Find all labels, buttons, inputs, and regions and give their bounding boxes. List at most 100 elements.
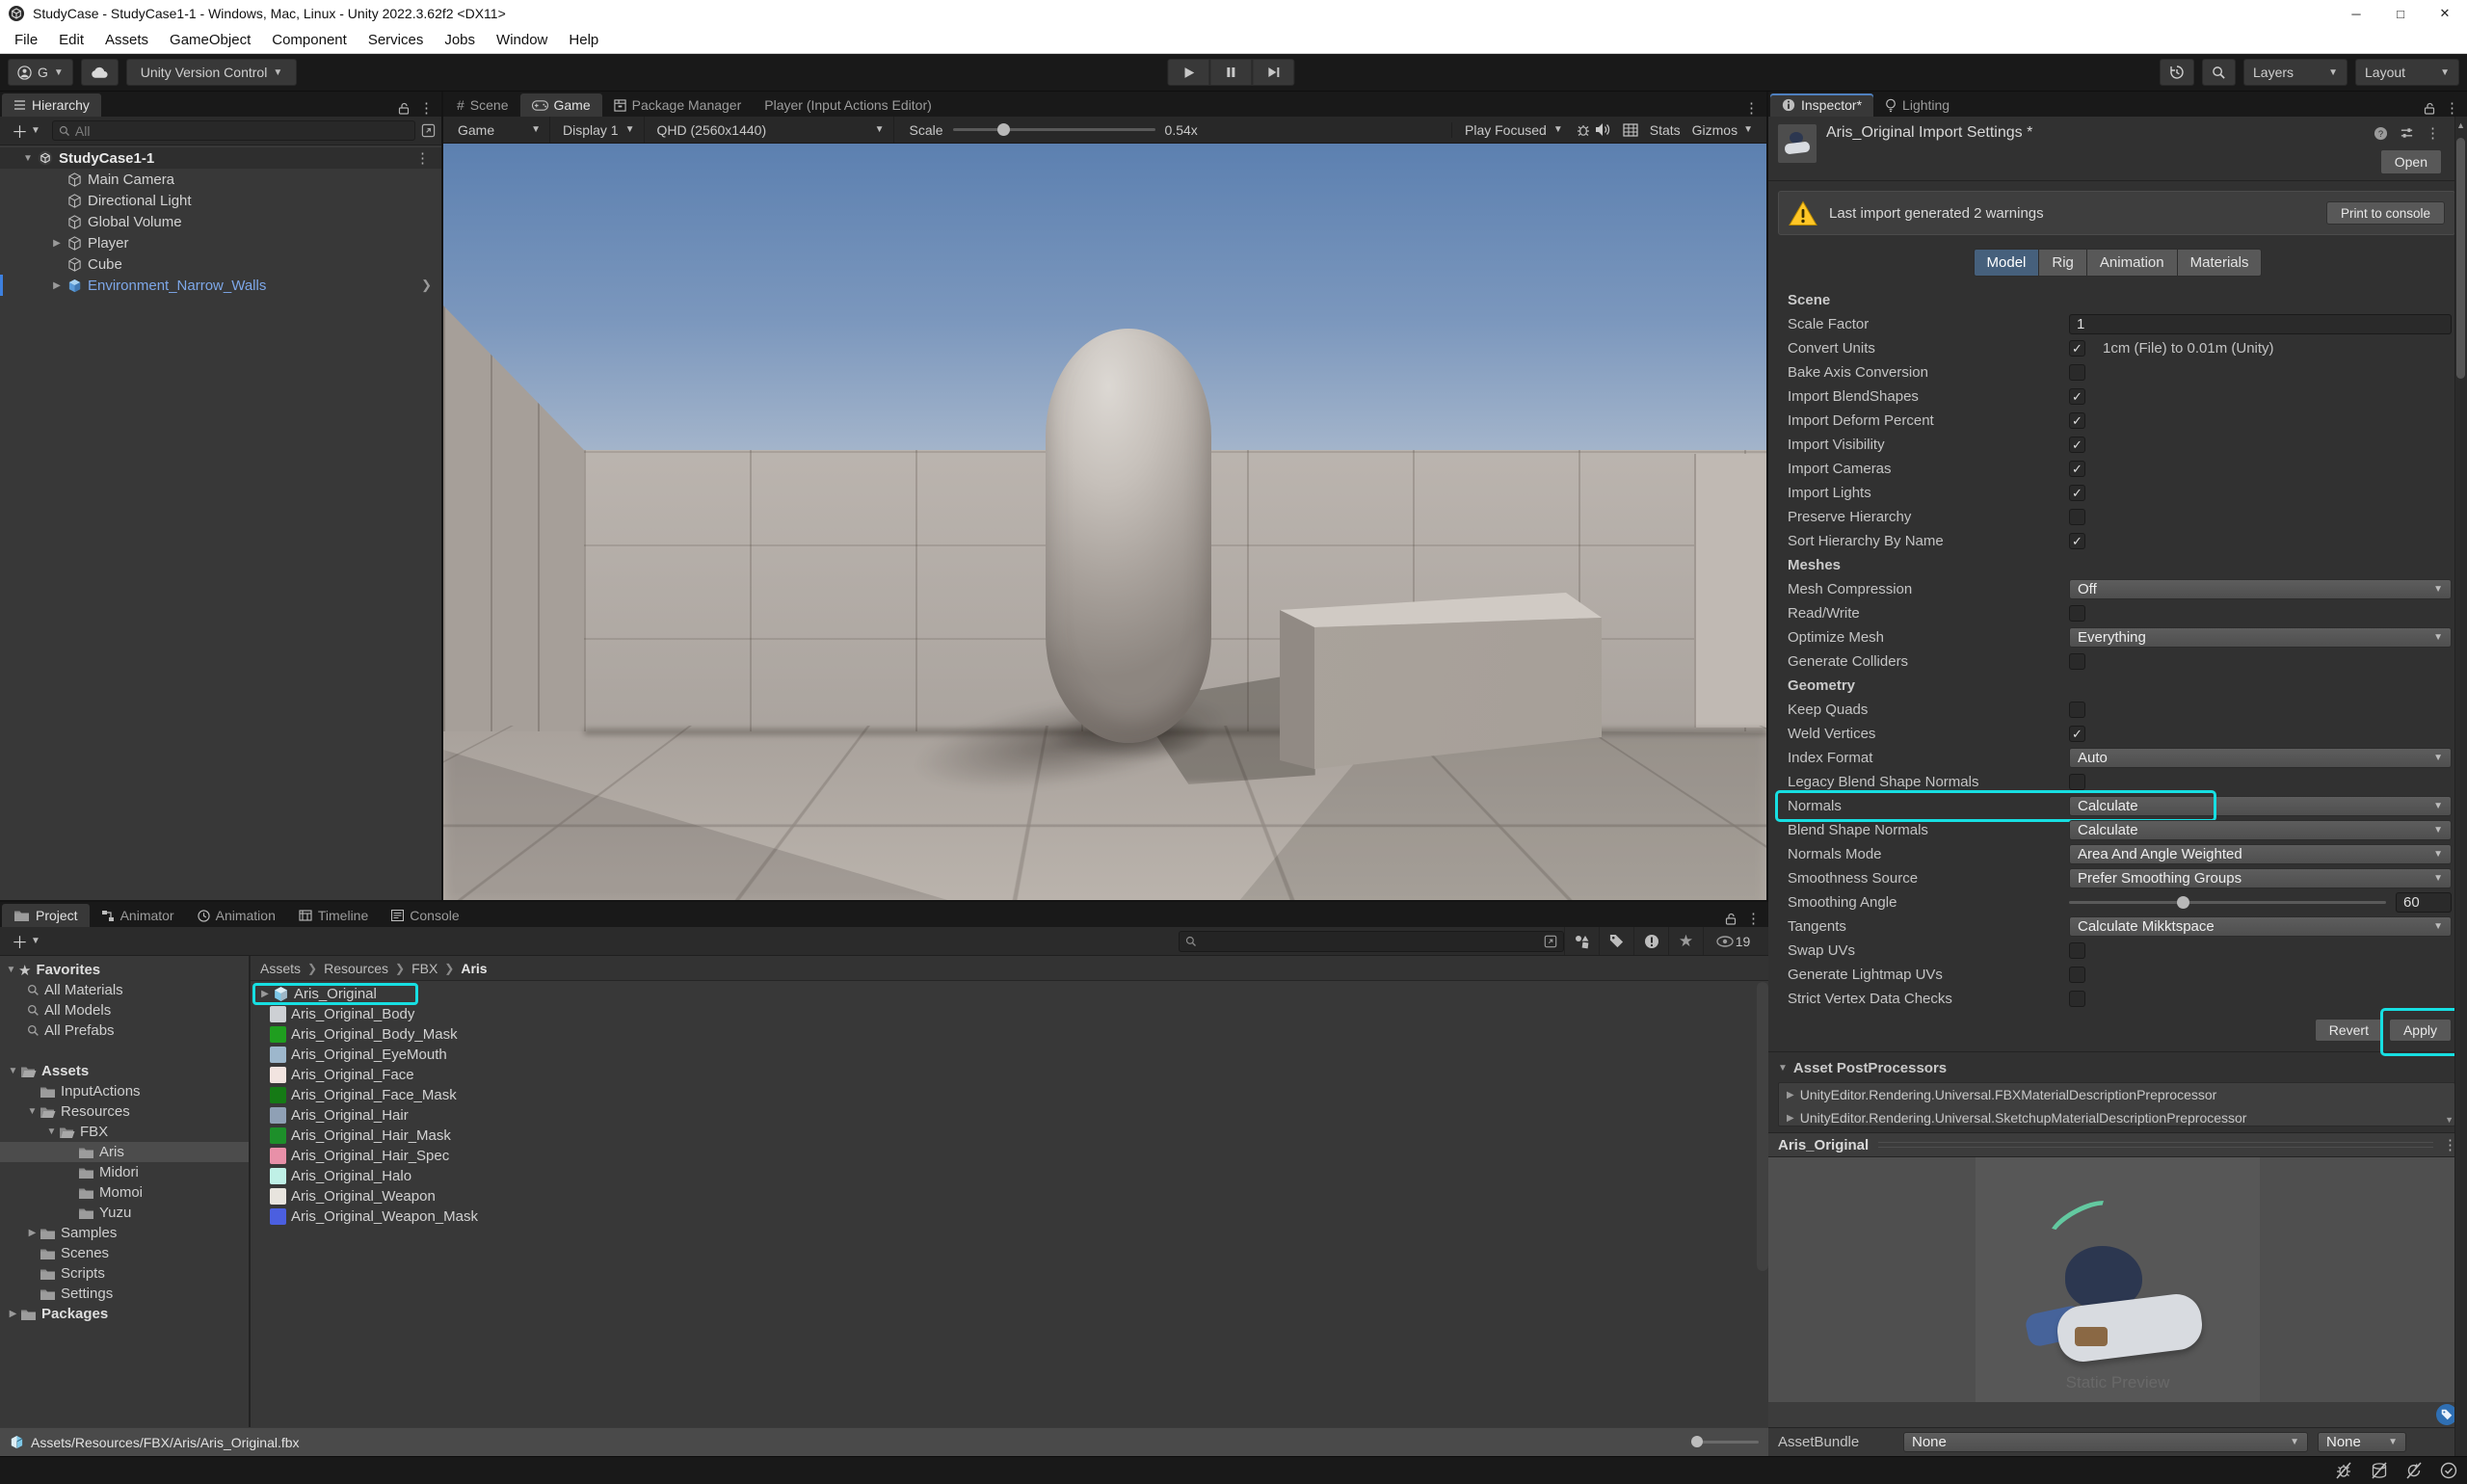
blend-shape-normals-dropdown[interactable]: Calculate▼ xyxy=(2069,820,2452,840)
project-search-input[interactable] xyxy=(1179,931,1564,952)
read-write-checkbox[interactable] xyxy=(2069,605,2085,622)
favorites-star-button[interactable]: ★ xyxy=(1668,927,1703,955)
stats-button[interactable]: Stats xyxy=(1650,122,1681,138)
open-button[interactable]: Open xyxy=(2380,149,2442,174)
apply-button[interactable]: Apply xyxy=(2389,1019,2452,1042)
foldout-icon[interactable]: ▶ xyxy=(48,280,66,291)
tab-hierarchy[interactable]: Hierarchy xyxy=(2,93,101,117)
tab-animation[interactable]: Animation xyxy=(186,904,287,927)
favorite-all-models[interactable]: All Models xyxy=(0,1000,249,1020)
menu-services[interactable]: Services xyxy=(358,27,435,53)
asset-preview[interactable]: Static Preview xyxy=(1768,1157,2467,1402)
folder-midori[interactable]: Midori xyxy=(0,1162,249,1182)
hierarchy-item-directional-light[interactable]: Directional Light xyxy=(0,190,441,211)
normals-dropdown[interactable]: Calculate▼ xyxy=(2069,796,2452,816)
inspector-tab-menu-icon[interactable]: ⋮ xyxy=(2445,99,2459,117)
cache-disabled-icon[interactable] xyxy=(2371,1462,2388,1479)
mode-tab-animation[interactable]: Animation xyxy=(2087,249,2178,277)
foldout-icon[interactable]: ▶ xyxy=(6,1309,20,1319)
debugger-disabled-icon[interactable] xyxy=(2334,1462,2353,1479)
game-menu-icon[interactable]: ⋮ xyxy=(1744,99,1759,117)
layout-dropdown[interactable]: Layout ▼ xyxy=(2355,59,2459,86)
tab-package-manager[interactable]: Package Manager xyxy=(602,93,754,117)
hierarchy-create-button[interactable]: ＋▼ xyxy=(6,119,46,143)
tab-scene[interactable]: #Scene xyxy=(445,93,520,117)
folder-resources[interactable]: ▼ Resources xyxy=(0,1101,249,1122)
mode-tab-rig[interactable]: Rig xyxy=(2039,249,2087,277)
tab-project[interactable]: Project xyxy=(2,904,90,927)
open-in-window-icon[interactable] xyxy=(1544,935,1557,948)
folder-inputactions[interactable]: InputActions xyxy=(0,1081,249,1101)
mesh-compression-dropdown[interactable]: Off▼ xyxy=(2069,579,2452,599)
file-list-scrollbar[interactable] xyxy=(1757,982,1768,1271)
foldout-icon[interactable]: ▼ xyxy=(4,965,18,975)
hierarchy-item-global-volume[interactable]: Global Volume xyxy=(0,211,441,232)
account-dropdown[interactable]: G ▼ xyxy=(8,59,73,86)
hidden-packages-button[interactable] xyxy=(1633,927,1668,955)
smoothing-angle-slider[interactable] xyxy=(2069,901,2386,904)
convert-units-checkbox[interactable]: ✓ xyxy=(2069,340,2085,357)
inspector-menu-icon[interactable]: ⋮ xyxy=(2426,124,2440,142)
optimize-mesh-dropdown[interactable]: Everything▼ xyxy=(2069,627,2452,648)
game-viewport[interactable] xyxy=(443,144,1766,900)
strict-vertex-data-checks-checkbox[interactable] xyxy=(2069,991,2085,1007)
swap-uvs-checkbox[interactable] xyxy=(2069,942,2085,959)
tab-lighting[interactable]: Lighting xyxy=(1873,93,1961,117)
step-button[interactable] xyxy=(1252,59,1294,86)
asset-aris-original-face-mask[interactable]: Aris_Original_Face_Mask xyxy=(254,1085,1768,1105)
folder-yuzu[interactable]: Yuzu xyxy=(0,1203,249,1223)
generate-lightmap-uvs-checkbox[interactable] xyxy=(2069,967,2085,983)
import-deform-percent-checkbox[interactable]: ✓ xyxy=(2069,412,2085,429)
foldout-icon[interactable]: ▼ xyxy=(19,153,37,164)
pause-button[interactable] xyxy=(1209,59,1252,86)
mode-tab-model[interactable]: Model xyxy=(1974,249,2040,277)
preview-resize-handle[interactable] xyxy=(1878,1142,2433,1148)
smoothness-source-dropdown[interactable]: Prefer Smoothing Groups▼ xyxy=(2069,868,2452,888)
display-dropdown[interactable]: Display 1▼ xyxy=(554,117,645,143)
print-to-console-button[interactable]: Print to console xyxy=(2326,201,2445,225)
layers-dropdown[interactable]: Layers ▼ xyxy=(2243,59,2348,86)
project-menu-icon[interactable]: ⋮ xyxy=(1746,910,1761,927)
asset-aris-original-face[interactable]: Aris_Original_Face xyxy=(254,1065,1768,1085)
generate-colliders-checkbox[interactable] xyxy=(2069,653,2085,670)
asset-aris-original-hair-mask[interactable]: Aris_Original_Hair_Mask xyxy=(254,1126,1768,1146)
foldout-icon[interactable]: ▼ xyxy=(6,1066,20,1076)
open-in-window-icon[interactable] xyxy=(421,123,436,138)
menu-component[interactable]: Component xyxy=(261,27,358,53)
asset-aris-original-weapon-mask[interactable]: Aris_Original_Weapon_Mask xyxy=(254,1206,1768,1227)
normals-mode-dropdown[interactable]: Area And Angle Weighted▼ xyxy=(2069,844,2452,864)
legacy-blend-shape-normals-checkbox[interactable] xyxy=(2069,774,2085,790)
smoothing-angle-value[interactable]: 60 xyxy=(2396,892,2452,913)
foldout-icon[interactable]: ▼ xyxy=(25,1106,40,1117)
asset-aris-original[interactable]: ▶Aris_Original xyxy=(254,984,1768,1004)
tab-game[interactable]: Game xyxy=(520,93,602,117)
hierarchy-item-player[interactable]: ▶ Player xyxy=(0,232,441,253)
audio-mute-icon[interactable] xyxy=(1595,122,1611,137)
menu-edit[interactable]: Edit xyxy=(48,27,94,53)
asset-aris-original-hair-spec[interactable]: Aris_Original_Hair_Spec xyxy=(254,1146,1768,1166)
folder-settings[interactable]: Settings xyxy=(0,1284,249,1304)
undo-history-button[interactable] xyxy=(2160,59,2194,86)
assetbundle-variant-dropdown[interactable]: None▼ xyxy=(2318,1432,2406,1452)
sort-hierarchy-by-name-checkbox[interactable]: ✓ xyxy=(2069,533,2085,549)
resolution-dropdown[interactable]: QHD (2560x1440)▼ xyxy=(649,117,894,143)
mode-tab-materials[interactable]: Materials xyxy=(2178,249,2263,277)
asset-aris-original-halo[interactable]: Aris_Original_Halo xyxy=(254,1166,1768,1186)
folder-scripts[interactable]: Scripts xyxy=(0,1263,249,1284)
play-focused-dropdown[interactable]: Play Focused▼ xyxy=(1456,117,1572,143)
minimize-button[interactable]: ─ xyxy=(2334,0,2378,27)
lock-icon[interactable] xyxy=(2424,102,2435,115)
version-control-dropdown[interactable]: Unity Version Control ▼ xyxy=(126,59,297,86)
scroll-up-icon[interactable]: ▲ xyxy=(2456,120,2465,130)
preserve-hierarchy-checkbox[interactable] xyxy=(2069,509,2085,525)
asset-aris-original-eyemouth[interactable]: Aris_Original_EyeMouth xyxy=(254,1045,1768,1065)
filter-by-label-button[interactable] xyxy=(1599,927,1633,955)
item-menu-icon[interactable]: ⋮ xyxy=(415,149,441,167)
inspector-scrollbar-thumb[interactable] xyxy=(2456,138,2465,379)
foldout-icon[interactable]: ▶ xyxy=(1787,1113,1794,1124)
filter-by-type-button[interactable] xyxy=(1564,927,1599,955)
folder-fbx[interactable]: ▼ FBX xyxy=(0,1122,249,1142)
menu-gameobject[interactable]: GameObject xyxy=(159,27,261,53)
hierarchy-item-studycase1-1[interactable]: ▼ StudyCase1-1 ⋮ xyxy=(0,147,441,169)
tab-timeline[interactable]: Timeline xyxy=(287,904,380,927)
